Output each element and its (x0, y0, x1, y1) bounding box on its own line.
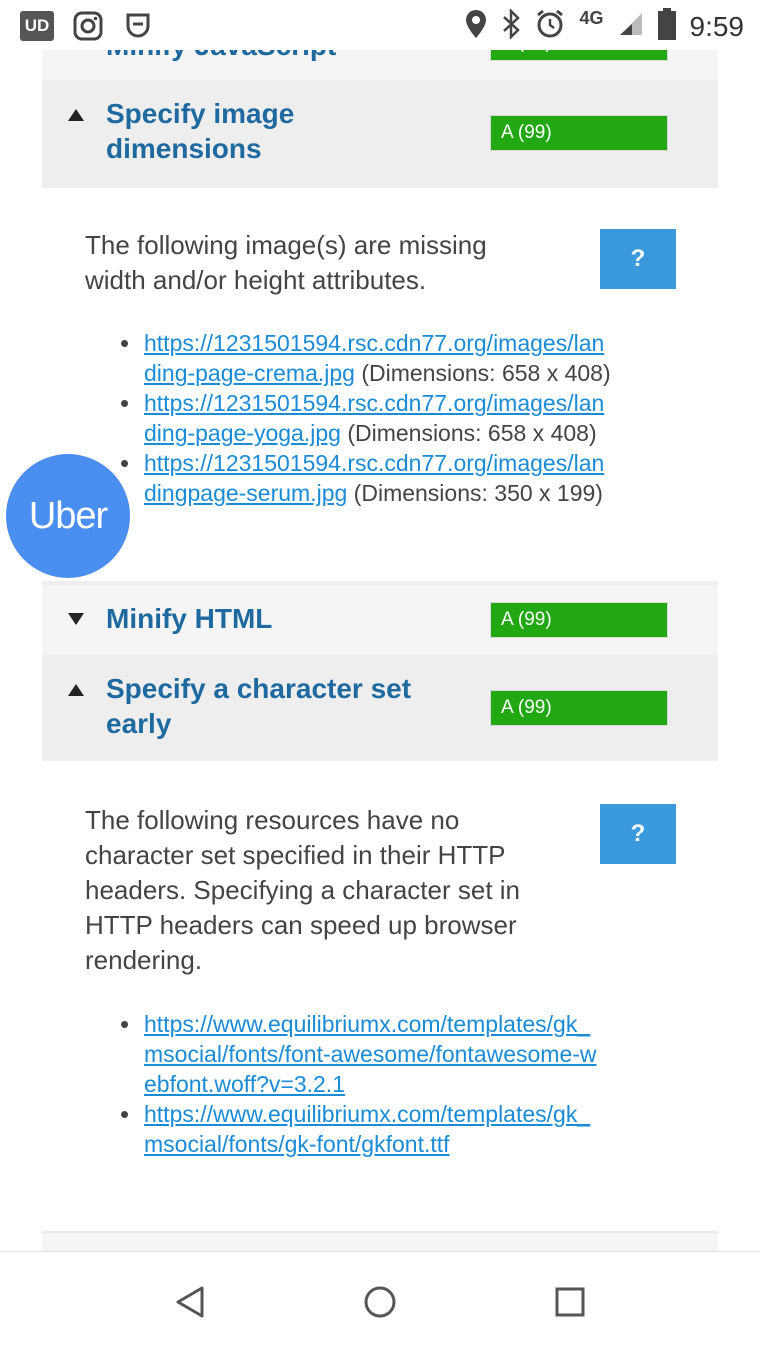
uber-chat-head[interactable]: Uber (6, 454, 130, 578)
list-item: https://www.equilibriumx.com/templates/g… (110, 1099, 680, 1159)
resource-link[interactable]: https://www.equilibriumx.com/templates/g… (144, 1101, 590, 1157)
rule-title: Specify image dimensions (106, 98, 295, 164)
resource-list: https://www.equilibriumx.com/templates/g… (110, 1009, 680, 1159)
recents-icon[interactable] (552, 1284, 588, 1320)
grade-badge: A (99) (491, 116, 667, 150)
back-icon[interactable] (172, 1284, 208, 1320)
list-item: https://1231501594.rsc.cdn77.org/images/… (110, 328, 680, 388)
rule-description: The following image(s) are missing width… (85, 230, 487, 295)
instagram-icon (72, 10, 104, 42)
battery-icon (657, 8, 676, 45)
location-icon (465, 9, 487, 44)
shield-icon (122, 10, 154, 42)
status-right-icons: 4G 9:59 (465, 7, 745, 45)
list-item: https://1231501594.rsc.cdn77.org/images/… (110, 448, 680, 508)
navigation-bar (0, 1251, 760, 1352)
ud-icon: UD (20, 11, 54, 41)
alarm-icon (535, 9, 565, 44)
rule-description: The following resources have no characte… (85, 805, 521, 975)
rule-row-character-set[interactable]: Specify a character set early A (99) (42, 655, 718, 761)
image-list: https://1231501594.rsc.cdn77.org/images/… (110, 328, 680, 508)
home-icon[interactable] (362, 1284, 398, 1320)
status-left-icons: UD (20, 10, 154, 42)
row-divider (42, 1231, 718, 1253)
expand-arrow-icon[interactable] (68, 613, 84, 625)
rule-row-image-dimensions[interactable]: Specify image dimensions A (99) (42, 80, 718, 186)
collapse-arrow-icon[interactable] (68, 684, 84, 696)
grade-badge: A (99) (491, 603, 667, 637)
resource-link[interactable]: https://www.equilibriumx.com/templates/g… (144, 1011, 597, 1097)
list-item: https://www.equilibriumx.com/templates/g… (110, 1009, 680, 1099)
bluetooth-icon (501, 7, 521, 44)
help-button[interactable]: ? (600, 229, 676, 289)
rule-row-minify-html[interactable]: Minify HTML A (99) (42, 585, 718, 655)
network-type: 4G (579, 8, 604, 28)
grade-badge: A (99) (491, 691, 667, 725)
help-button[interactable]: ? (600, 804, 676, 864)
list-item: https://1231501594.rsc.cdn77.org/images/… (110, 388, 680, 448)
signal-icon (618, 11, 644, 42)
collapse-arrow-icon[interactable] (68, 109, 84, 121)
rule-title: Minify HTML (106, 603, 273, 634)
rule-title: Specify a character set early (106, 673, 412, 739)
clock: 9:59 (689, 10, 745, 42)
row-divider (42, 186, 718, 188)
status-bar: UD 4G 9:59 (0, 0, 760, 50)
